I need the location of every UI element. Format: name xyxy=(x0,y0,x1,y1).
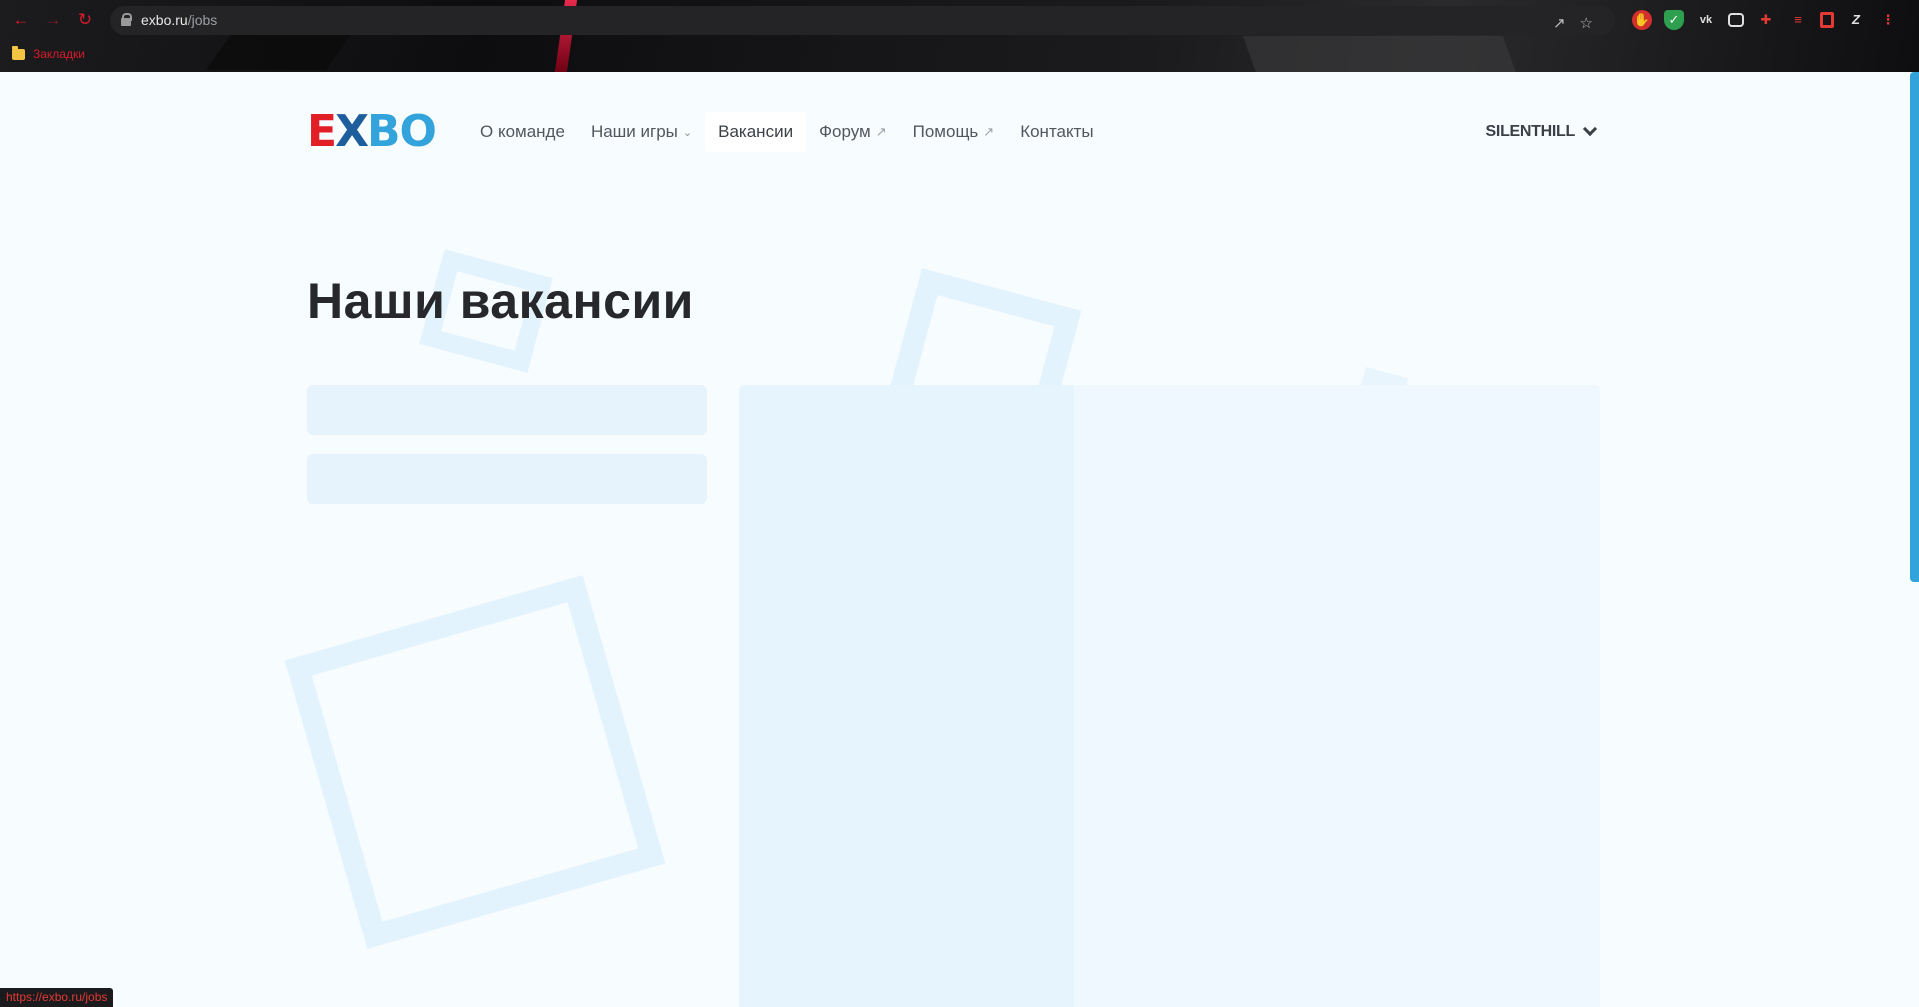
nav-item-forum[interactable]: Форум ↗ xyxy=(806,112,900,152)
vacancy-list-skeleton-item xyxy=(307,385,707,435)
extensions-bar: ✋ ✓ vk ✚ ≡ Z ⋮ xyxy=(1632,10,1898,30)
main-nav: О команде Наши игры ⌄ Вакансии Форум ↗ Пом… xyxy=(467,112,1107,152)
address-bar-actions: ↗ ☆ xyxy=(1553,16,1593,32)
status-bar-url: https://exbo.ru/jobs xyxy=(0,988,114,1007)
bg-square-decoration xyxy=(284,575,666,949)
puzzle-extension-icon[interactable]: ✚ xyxy=(1756,10,1776,30)
forward-arrow-icon[interactable]: → xyxy=(42,9,64,31)
profile-extension-icon[interactable]: Z xyxy=(1846,10,1866,30)
page-title: Наши вакансии xyxy=(307,273,694,329)
star-icon[interactable]: ☆ xyxy=(1580,16,1593,32)
nav-item-label: Помощь xyxy=(912,122,979,141)
lock-icon[interactable] xyxy=(121,13,132,26)
wallpaper-shape xyxy=(1242,36,1518,72)
address-url: exbo.ru/jobs xyxy=(141,12,217,28)
nav-item-about[interactable]: О команде xyxy=(467,112,578,152)
site-header: E X BO О команде Наши игры ⌄ Вакансии Фор… xyxy=(307,100,1599,162)
external-link-icon: ↗ xyxy=(983,124,995,139)
user-menu[interactable]: SILENTHILL xyxy=(1486,112,1599,152)
nav-item-label: Наши игры xyxy=(590,122,678,141)
exbo-logo[interactable]: E X BO xyxy=(307,106,437,157)
url-host: exbo.ru xyxy=(141,12,188,28)
nav-item-label: Контакты xyxy=(1020,122,1094,141)
external-link-icon: ↗ xyxy=(875,124,887,139)
address-bar[interactable]: exbo.ru/jobs ↗ ☆ xyxy=(110,6,1615,35)
back-arrow-icon[interactable]: ← xyxy=(10,9,32,31)
scrollbar-thumb[interactable] xyxy=(1910,72,1919,582)
chevron-down-icon: ⌄ xyxy=(682,127,693,139)
username: SILENTHILL xyxy=(1485,123,1576,140)
nav-item-games[interactable]: Наши игры ⌄ xyxy=(578,112,705,152)
nav-item-jobs[interactable]: Вакансии xyxy=(705,112,807,152)
logo-e: E xyxy=(307,106,337,157)
bookmarks-bar: Закладки xyxy=(12,44,85,64)
vacancy-list-skeleton-item xyxy=(307,454,707,504)
logo-bo: BO xyxy=(367,106,437,157)
bookmarks-folder[interactable]: Закладки xyxy=(33,47,85,61)
nav-item-label: О команде xyxy=(480,122,565,141)
logo-x: X xyxy=(335,106,369,157)
sidepanel-icon[interactable] xyxy=(1820,12,1834,28)
window-extension-icon[interactable] xyxy=(1728,13,1744,27)
url-path: /jobs xyxy=(187,12,218,28)
menu-kebab-icon[interactable]: ⋮ xyxy=(1878,10,1898,30)
browser-chrome: ← → ↻ exbo.ru/jobs ↗ ☆ ✋ ✓ vk ✚ ≡ Z ⋮ За… xyxy=(0,0,1919,72)
nav-item-contacts[interactable]: Контакты xyxy=(1007,112,1106,152)
playlist-extension-icon[interactable]: ≡ xyxy=(1788,10,1808,30)
page-content: E X BO О команде Наши игры ⌄ Вакансии Фор… xyxy=(0,72,1919,1007)
reload-icon[interactable]: ↻ xyxy=(74,9,96,31)
folder-icon xyxy=(12,45,25,60)
nav-item-help[interactable]: Помощь ↗ xyxy=(900,112,1008,152)
shield-extension-icon[interactable]: ✓ xyxy=(1664,10,1684,30)
share-icon[interactable]: ↗ xyxy=(1553,16,1566,32)
vk-extension-icon[interactable]: vk xyxy=(1696,10,1716,30)
nav-item-label: Вакансии xyxy=(718,122,794,141)
nav-item-label: Форум xyxy=(819,122,871,141)
vacancy-detail-skeleton-column xyxy=(739,385,1074,1007)
adblock-extension-icon[interactable]: ✋ xyxy=(1632,10,1652,30)
chevron-down-icon xyxy=(1582,121,1598,137)
browser-toolbar: ← → ↻ exbo.ru/jobs ↗ ☆ ✋ ✓ vk ✚ ≡ Z ⋮ xyxy=(0,0,1919,40)
